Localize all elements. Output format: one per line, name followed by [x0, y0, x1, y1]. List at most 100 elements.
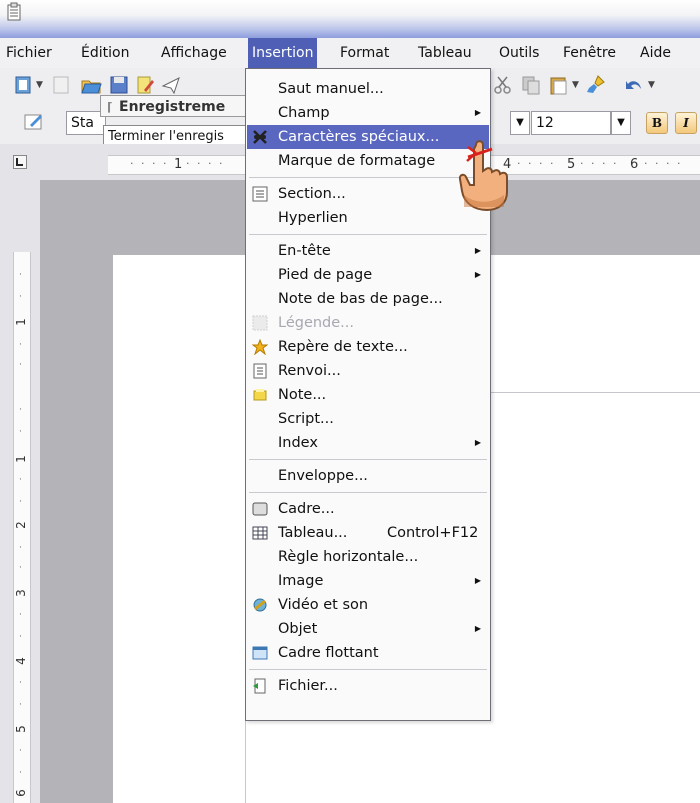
ruler-number: 4: [14, 657, 28, 665]
video-sound-icon: [253, 598, 267, 612]
menu-tableau[interactable]: Tableau: [414, 38, 476, 68]
menu-item-note[interactable]: Note...: [247, 383, 489, 407]
menu-separator: [249, 459, 487, 460]
font-size-combo[interactable]: 12: [531, 111, 611, 135]
ruler-number: 1: [14, 318, 28, 326]
menu-affichage[interactable]: Affichage: [157, 38, 231, 68]
chevron-down-icon[interactable]: ▼: [36, 80, 43, 90]
font-name-dropdown-button[interactable]: ▼: [510, 111, 530, 135]
paste-icon[interactable]: [547, 74, 569, 96]
menu-item-label: Marque de formatage: [278, 153, 436, 169]
menu-bar: Fichier Édition Affichage Insertion Form…: [0, 38, 700, 68]
menu-item-label: Repère de texte...: [278, 339, 408, 355]
menu-item-note-de-bas-de-page[interactable]: Note de bas de page...: [247, 287, 489, 311]
cut-icon[interactable]: [492, 74, 514, 96]
ruler-number: 3: [14, 589, 28, 597]
pointing-hand-cursor: [458, 140, 508, 212]
menu-item-objet[interactable]: Objet ▶: [247, 617, 489, 641]
ruler-tick: ·: [19, 632, 22, 642]
chevron-down-icon[interactable]: ▼: [572, 80, 579, 90]
ruler-tick: ·: [19, 427, 22, 437]
menu-outils[interactable]: Outils: [495, 38, 543, 68]
menu-item-en-tete[interactable]: En-tête ▶: [247, 239, 489, 263]
save-icon[interactable]: [108, 74, 130, 96]
menu-insertion[interactable]: Insertion: [248, 38, 318, 68]
submenu-arrow-icon: ▶: [474, 246, 481, 255]
bold-button[interactable]: B: [646, 112, 668, 134]
floating-frame-icon: [252, 646, 268, 660]
ruler-tick: ·: [19, 270, 22, 280]
menu-item-enveloppe[interactable]: Enveloppe...: [247, 464, 489, 488]
cross-reference-icon: [253, 363, 267, 379]
font-size-dropdown-button[interactable]: ▼: [611, 111, 631, 135]
menu-item-image[interactable]: Image ▶: [247, 569, 489, 593]
new-document-icon[interactable]: [12, 74, 34, 96]
styles-icon[interactable]: [22, 112, 44, 134]
italic-button[interactable]: I: [675, 112, 697, 134]
app-icon[interactable]: [6, 2, 24, 22]
tab-left-icon: [16, 158, 23, 166]
menu-item-video-et-son[interactable]: Vidéo et son: [247, 593, 489, 617]
menu-item-caracteres-speciaux[interactable]: Caractères spéciaux...: [247, 125, 489, 149]
menu-item-hyperlien[interactable]: Hyperlien: [247, 206, 489, 230]
menu-item-champ[interactable]: Champ ▶: [247, 101, 489, 125]
menu-item-label: Note...: [278, 387, 327, 403]
ruler-tick: ·: [19, 543, 22, 553]
menu-separator: [249, 234, 487, 235]
menu-item-label: Renvoi...: [278, 363, 341, 379]
format-paintbrush-icon[interactable]: [585, 74, 607, 96]
menu-item-legende: Légende...: [247, 311, 489, 335]
menu-item-cadre[interactable]: Cadre...: [247, 497, 489, 521]
menu-item-label: Règle horizontale...: [278, 549, 419, 565]
menu-item-fichier[interactable]: Fichier...: [247, 674, 489, 698]
ruler-number: 2: [14, 521, 28, 529]
menu-fenetre[interactable]: Fenêtre: [559, 38, 620, 68]
tab-stop-selector[interactable]: [13, 155, 27, 169]
menu-item-pied-de-page[interactable]: Pied de page ▶: [247, 263, 489, 287]
special-chars-icon: [253, 130, 267, 144]
open-folder-icon[interactable]: [80, 74, 102, 96]
menu-item-label: Note de bas de page...: [278, 291, 443, 307]
menu-item-regle-horizontale[interactable]: Règle horizontale...: [247, 545, 489, 569]
writer-window: Fichier Édition Affichage Insertion Form…: [0, 0, 700, 803]
bookmark-star-icon: [252, 339, 268, 355]
template-icon[interactable]: [50, 74, 72, 96]
submenu-arrow-icon: ▶: [474, 624, 481, 633]
chevron-down-icon[interactable]: ▼: [648, 80, 655, 90]
menu-item-repere-de-texte[interactable]: Repère de texte...: [247, 335, 489, 359]
menu-item-saut-manuel[interactable]: Saut manuel...: [247, 77, 489, 101]
record-icon: ⌈: [107, 100, 113, 114]
menu-item-label: Cadre...: [278, 501, 335, 517]
menu-fichier[interactable]: Fichier: [2, 38, 56, 68]
menu-item-section[interactable]: Section...: [247, 182, 489, 206]
chevron-down-icon: ▼: [617, 117, 625, 128]
menu-item-marque-de-formatage[interactable]: Marque de formatage: [247, 149, 489, 173]
ruler-tick: ·: [19, 610, 22, 620]
submenu-arrow-icon: ▶: [474, 438, 481, 447]
recording-toolbar-title[interactable]: ⌈ Enregistreme: [100, 95, 250, 117]
menu-item-label: Tableau...: [278, 525, 348, 541]
menu-item-label: Hyperlien: [278, 210, 348, 226]
menu-item-label: Image: [278, 573, 324, 589]
edit-document-icon[interactable]: [134, 74, 156, 96]
menu-format[interactable]: Format: [336, 38, 393, 68]
ruler-tick: ·: [19, 292, 22, 302]
frame-icon: [252, 502, 268, 516]
menu-edition[interactable]: Édition: [77, 38, 133, 68]
menu-item-script[interactable]: Script...: [247, 407, 489, 431]
menu-separator: [249, 669, 487, 670]
copy-icon[interactable]: [520, 74, 542, 96]
menu-item-cadre-flottant[interactable]: Cadre flottant: [247, 641, 489, 665]
send-icon[interactable]: [160, 74, 182, 96]
caption-icon: [252, 315, 268, 331]
menu-item-renvoi[interactable]: Renvoi...: [247, 359, 489, 383]
menu-item-tableau[interactable]: Tableau... Control+F12: [247, 521, 489, 545]
ruler-tick: ·: [19, 563, 22, 573]
ruler-number: 5: [14, 725, 28, 733]
menu-item-label: Vidéo et son: [278, 597, 369, 613]
section-icon: [252, 186, 268, 202]
menu-item-index[interactable]: Index ▶: [247, 431, 489, 455]
menu-aide[interactable]: Aide: [636, 38, 675, 68]
undo-icon[interactable]: [623, 74, 645, 96]
menu-item-label: Section...: [278, 186, 346, 202]
